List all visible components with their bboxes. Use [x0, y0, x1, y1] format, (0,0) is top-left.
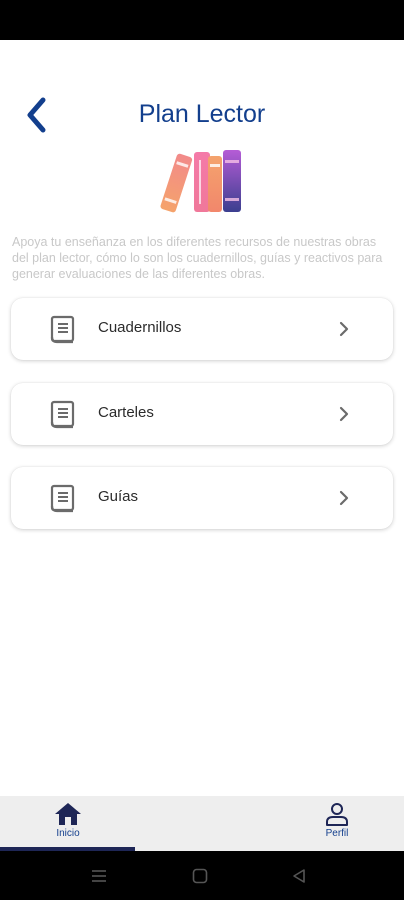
nav-item-label: Perfil — [325, 828, 349, 839]
menu-item-label: Carteles — [98, 404, 154, 421]
book-icon — [50, 484, 75, 513]
chevron-right-icon — [339, 490, 349, 506]
book-icon — [50, 400, 75, 429]
recent-apps-icon[interactable] — [90, 867, 108, 885]
chevron-right-icon — [339, 321, 349, 337]
back-triangle-icon[interactable] — [290, 867, 308, 885]
nav-item-inicio[interactable]: Inicio — [23, 796, 113, 846]
bottom-nav: Inicio Perfil — [0, 796, 404, 851]
intro-description: Apoya tu enseñanza en los diferentes rec… — [12, 235, 383, 281]
chevron-right-icon — [339, 406, 349, 422]
home-button-icon[interactable] — [191, 867, 209, 885]
nav-item-label: Inicio — [56, 828, 80, 839]
menu-item-guias[interactable]: Guías — [11, 467, 393, 529]
user-icon — [326, 803, 348, 826]
nav-item-perfil[interactable]: Perfil — [292, 796, 382, 846]
menu-item-cuadernillos[interactable]: Cuadernillos — [11, 298, 393, 360]
header: Plan Lector — [0, 88, 404, 144]
menu-item-label: Guías — [98, 488, 139, 505]
menu-item-carteles[interactable]: Carteles — [11, 383, 393, 445]
books-illustration — [160, 150, 241, 213]
status-bar — [0, 0, 404, 40]
menu-item-label: Cuadernillos — [98, 319, 182, 336]
book-icon — [50, 315, 75, 344]
system-nav-bar — [0, 851, 404, 900]
page-title: Plan Lector — [138, 100, 266, 128]
home-icon — [55, 803, 81, 825]
